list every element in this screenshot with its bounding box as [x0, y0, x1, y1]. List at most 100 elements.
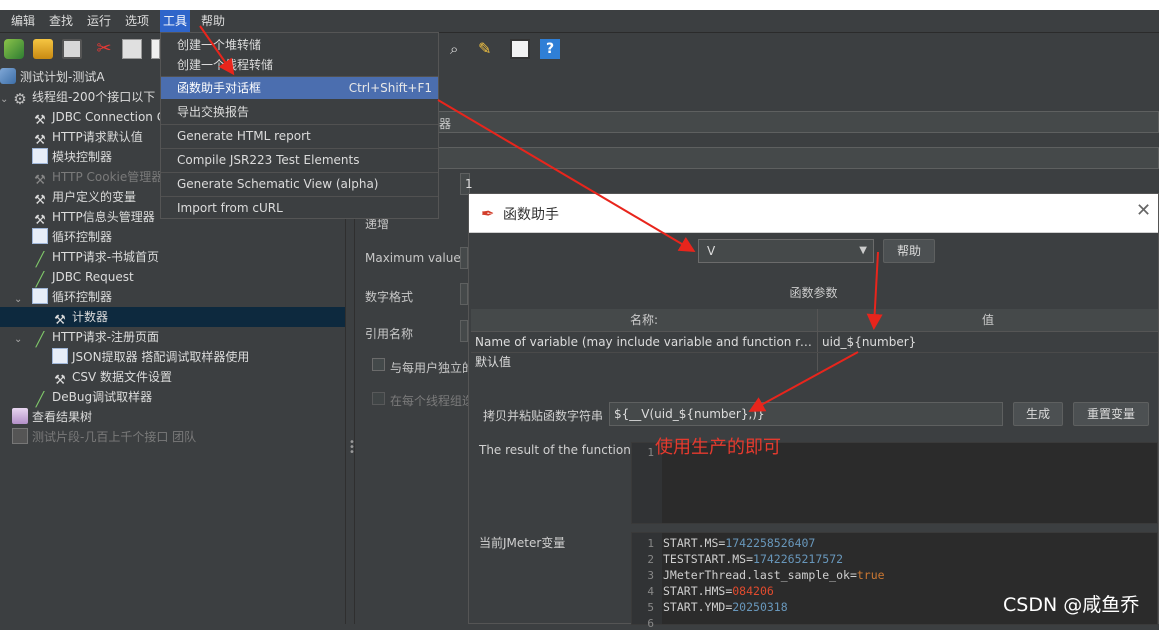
menu-item-compile-jsr223[interactable]: Compile JSR223 Test Elements — [161, 149, 438, 171]
templates-icon[interactable] — [4, 39, 24, 59]
paste-icon[interactable] — [151, 39, 160, 59]
help-icon[interactable]: ? — [540, 39, 560, 59]
name-field[interactable]: 器 — [438, 111, 1159, 133]
var-line: START.YMD=20250318 — [663, 600, 788, 614]
tree-node[interactable]: ⚒ JDBC Connection Co — [32, 107, 172, 128]
tree-node[interactable]: 测试片段-几百上千个接口 团队 — [12, 427, 196, 447]
var-line: TESTSTART.MS=1742265217572 — [663, 552, 844, 566]
cut-icon[interactable]: ✂ — [94, 39, 114, 59]
tree-node[interactable]: ╱ HTTP请求-书城首页 — [32, 247, 159, 268]
sampler-icon: ╱ — [35, 272, 45, 288]
controller-icon — [32, 228, 48, 244]
copy-function-label: 拷贝并粘贴函数字符串 — [483, 409, 604, 423]
column-header-name: 名称: — [471, 309, 817, 332]
reset-variables-button[interactable]: 重置变量 — [1073, 402, 1149, 426]
function-helper-icon[interactable] — [510, 39, 530, 59]
param-value-cell[interactable] — [818, 352, 1158, 372]
var-line: START.HMS=084206 — [663, 584, 774, 598]
clear-search-icon[interactable]: ✎ — [478, 39, 498, 59]
menu-help[interactable]: 帮助 — [198, 10, 228, 32]
tree-node[interactable]: ╱ HTTP请求-注册页面 — [32, 327, 159, 348]
result-label: The result of the function is — [479, 443, 645, 457]
tree-node[interactable]: 模块控制器 — [32, 147, 112, 167]
tree-node[interactable]: 查看结果树 — [12, 407, 92, 427]
menu-item-export-report[interactable]: 导出交换报告 — [161, 101, 438, 123]
tree-node[interactable]: 测试计划-测试A — [0, 67, 105, 87]
test-plan-icon — [0, 68, 16, 84]
menu-item-function-helper[interactable]: 函数助手对话框 Ctrl+Shift+F1 — [161, 77, 438, 99]
generate-button[interactable]: 生成 — [1013, 402, 1063, 426]
per-user-label: 与每用户独立的 — [390, 361, 475, 375]
param-name-cell: Name of variable (may include variable a… — [475, 335, 817, 349]
annotation-text: 使用生产的即可 — [655, 437, 781, 458]
tree-node[interactable]: ⚒ 用户定义的变量 — [32, 187, 136, 208]
search-icon[interactable]: ⌕ — [450, 39, 470, 59]
column-header-value: 值 — [818, 309, 1158, 332]
param-name-cell: 默认值 — [475, 355, 512, 369]
menu-item-import-curl[interactable]: Import from cURL — [161, 197, 438, 219]
reference-name-label: 引用名称 — [365, 327, 414, 341]
menu-bar: 编辑 查找 运行 选项 工具 帮助 — [0, 10, 1159, 33]
menu-options[interactable]: 选项 — [122, 10, 152, 32]
menu-item-thread-dump[interactable]: 创建一个线程转储 — [161, 54, 438, 76]
menu-tools[interactable]: 工具 — [160, 10, 191, 32]
dialog-title-bar: ✒ 函数助手 ✕ — [469, 194, 1158, 233]
tools-menu: 创建一个堆转储 创建一个线程转储 函数助手对话框 Ctrl+Shift+F1 导出… — [160, 32, 439, 219]
menu-run[interactable]: 运行 — [84, 10, 114, 32]
comments-field[interactable] — [438, 147, 1159, 169]
menu-item-schematic-view[interactable]: Generate Schematic View (alpha) — [161, 173, 438, 195]
open-icon[interactable] — [33, 39, 53, 59]
jmeter-feather-icon: ✒ — [481, 204, 495, 223]
line-number: 1 — [647, 446, 654, 459]
tree-node-selected[interactable]: ⚒ 计数器 — [0, 307, 345, 328]
params-title: 函数参数 — [789, 286, 838, 300]
help-button[interactable]: 帮助 — [883, 239, 935, 263]
window-top-strip — [0, 0, 1159, 10]
tree-node[interactable]: ⚒ CSV 数据文件设置 — [52, 367, 172, 388]
param-value-cell[interactable]: uid_${number} — [818, 332, 1158, 352]
function-select[interactable]: V ▼ — [698, 239, 874, 263]
menu-item-html-report[interactable]: Generate HTML report — [161, 125, 438, 147]
copy-icon[interactable] — [122, 39, 142, 59]
collapse-caret-icon[interactable]: ⌄ — [0, 94, 8, 105]
extractor-icon — [52, 348, 68, 364]
line-number: 1 — [647, 537, 654, 550]
drag-handle-icon: • • • — [349, 437, 355, 458]
jmeter-vars-label: 当前JMeter变量 — [479, 536, 566, 550]
collapse-caret-icon[interactable]: ⌄ — [14, 294, 22, 305]
tree-node[interactable]: ⚒ HTTP Cookie管理器 — [32, 167, 163, 188]
listener-icon — [12, 408, 28, 424]
max-value-field[interactable] — [460, 247, 468, 269]
menu-search[interactable]: 查找 — [46, 10, 76, 32]
line-number: 5 — [647, 601, 654, 614]
sampler-icon: ╱ — [35, 332, 45, 348]
save-icon[interactable] — [62, 39, 82, 59]
tree-node[interactable]: 循环控制器 — [32, 287, 112, 307]
menu-edit[interactable]: 编辑 — [8, 10, 38, 32]
menu-item-heap-dump[interactable]: 创建一个堆转储 — [161, 34, 438, 56]
tree-node[interactable]: ⚙ 线程组-200个接口以下 — [12, 87, 155, 107]
number-format-label: 数字格式 — [365, 290, 414, 304]
tree-node[interactable]: JSON提取器 搭配调试取样器使用 — [52, 347, 249, 367]
var-line: START.MS=1742258526407 — [663, 536, 816, 550]
tree-node[interactable]: 循环控制器 — [32, 227, 112, 247]
controller-icon — [32, 148, 48, 164]
max-value-label: Maximum value — [365, 251, 461, 265]
tree-node[interactable]: ⚒ HTTP信息头管理器 — [32, 207, 155, 228]
tree-node[interactable]: ⚒ HTTP请求默认值 — [32, 127, 143, 148]
close-icon[interactable]: ✕ — [1136, 200, 1151, 221]
function-select-value: V — [707, 244, 716, 258]
line-number: 4 — [647, 585, 654, 598]
line-number: 2 — [647, 553, 654, 566]
collapse-caret-icon[interactable]: ⌄ — [14, 334, 22, 345]
reset-per-iteration-checkbox[interactable] — [372, 392, 385, 405]
per-user-checkbox[interactable] — [372, 358, 385, 371]
tree-node[interactable]: ╱ JDBC Request — [32, 267, 134, 288]
start-field[interactable]: 1 — [460, 173, 473, 195]
sampler-icon: ╱ — [35, 392, 45, 408]
reference-name-field[interactable] — [460, 320, 468, 342]
number-format-field[interactable] — [460, 283, 468, 305]
tree-node[interactable]: ╱ DeBug调试取样器 — [32, 387, 152, 408]
function-string-field[interactable]: ${__V(uid_${number},)} — [609, 402, 1003, 426]
line-gutter: 1 2 3 4 5 6 — [632, 533, 662, 630]
